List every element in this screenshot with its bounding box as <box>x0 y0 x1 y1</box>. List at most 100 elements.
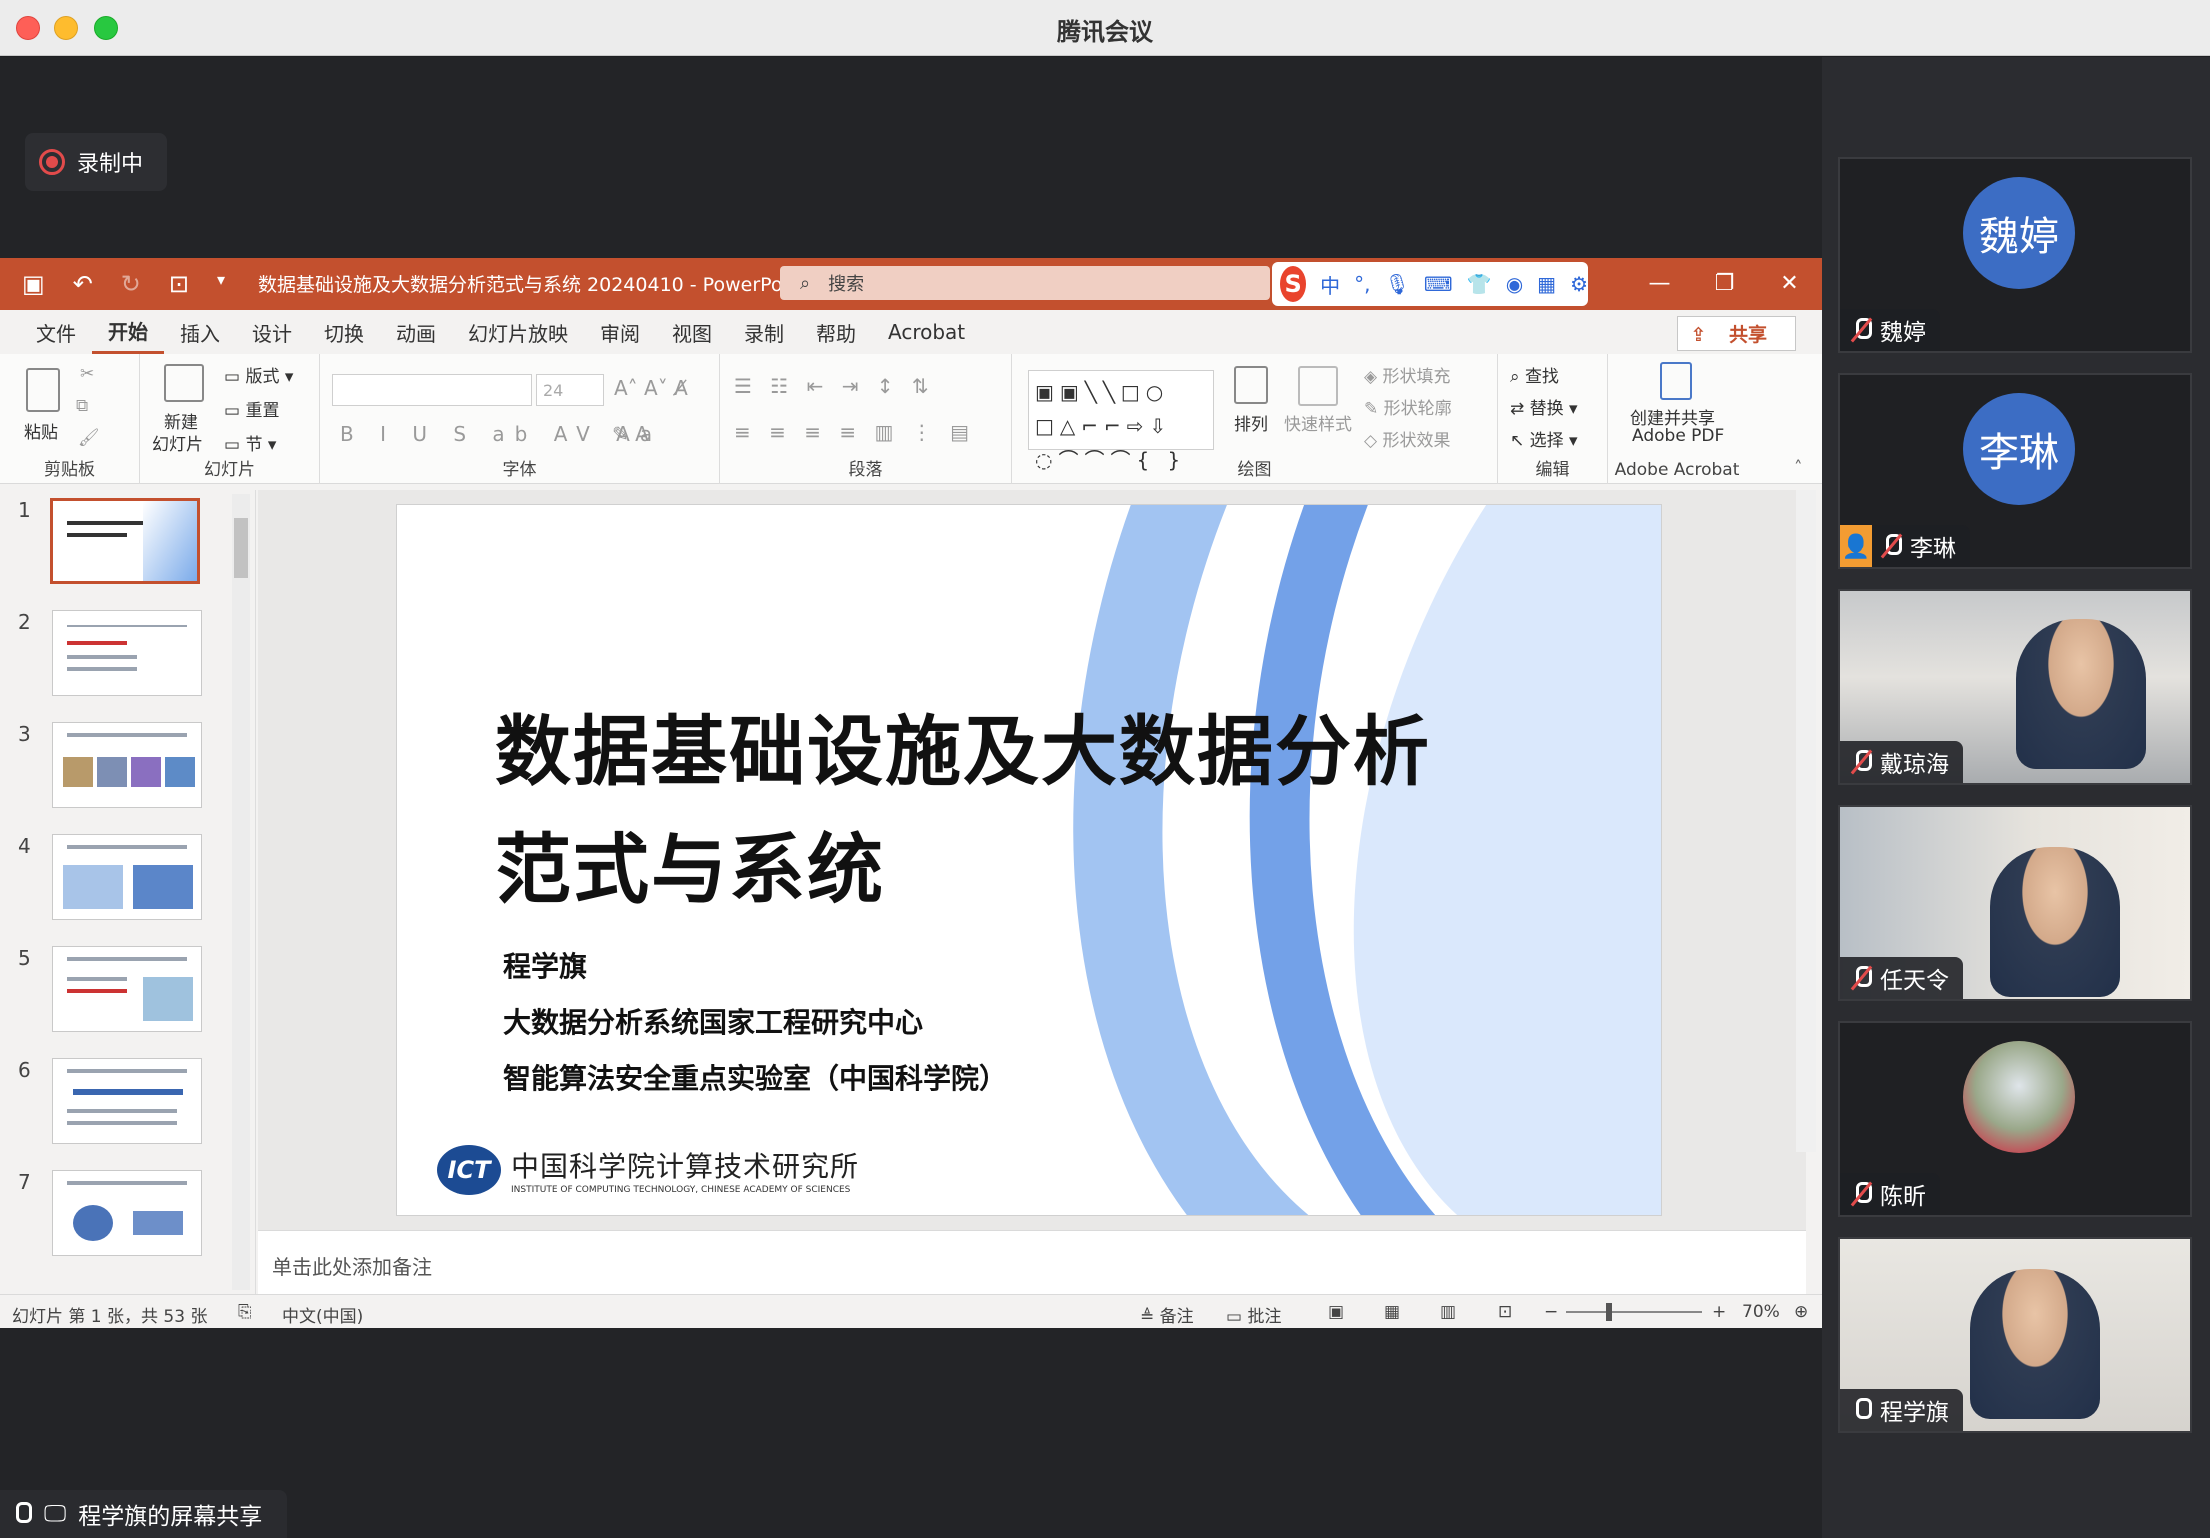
thumbnails-scrollbar[interactable] <box>232 494 250 1290</box>
tab-file[interactable]: 文件 <box>20 318 92 347</box>
recording-indicator[interactable]: 录制中 <box>25 133 167 191</box>
arrange-button[interactable]: 排列 <box>1234 410 1268 435</box>
ime-game-icon[interactable]: ◉ <box>1506 272 1523 296</box>
cut-icon[interactable]: ✂ <box>80 364 94 384</box>
zoom-level[interactable]: 70% <box>1742 1302 1780 1322</box>
ime-mode[interactable]: 中 <box>1320 270 1340 299</box>
redo-icon[interactable]: ↻ <box>121 270 141 298</box>
ime-apps-icon[interactable]: ▦ <box>1537 272 1556 296</box>
font-name-box[interactable] <box>332 374 532 406</box>
sogou-ime-icon[interactable]: S <box>1280 266 1307 302</box>
language-status[interactable]: 中文(中国) <box>282 1302 363 1327</box>
layout-button[interactable]: ▭ 版式 ▾ <box>224 362 293 387</box>
reset-button[interactable]: ▭ 重置 <box>224 396 279 421</box>
ime-keyboard-icon[interactable]: ⌨ <box>1424 272 1453 296</box>
save-icon[interactable]: ▣ <box>22 270 45 298</box>
tab-animations[interactable]: 动画 <box>380 318 452 347</box>
tab-design[interactable]: 设计 <box>236 318 308 347</box>
shape-effect-button[interactable]: ◇ 形状效果 <box>1364 426 1450 451</box>
adobe-pdf-icon[interactable] <box>1660 362 1692 400</box>
quick-style-icon[interactable] <box>1298 366 1338 406</box>
comments-toggle[interactable]: ▭ 批注 <box>1226 1302 1281 1327</box>
grow-font-icon[interactable]: A˄ A˅ A̸ <box>614 376 688 400</box>
adobe-pdf-label[interactable]: Adobe PDF <box>1632 426 1724 446</box>
tab-insert[interactable]: 插入 <box>164 318 236 347</box>
thumbnail-slide-3[interactable] <box>52 722 202 808</box>
tab-view[interactable]: 视图 <box>656 318 728 347</box>
paste-icon[interactable] <box>26 368 60 412</box>
format-painter-icon[interactable]: 🖌 <box>78 428 100 448</box>
ict-logo-block: ICT 中国科学院计算技术研究所 INSTITUTE OF COMPUTING … <box>437 1145 859 1195</box>
notes-toggle[interactable]: ≜ 备注 <box>1140 1302 1194 1327</box>
notes-pane[interactable]: 单击此处添加备注 <box>258 1230 1806 1294</box>
quick-style-button[interactable]: 快速样式 <box>1284 410 1352 435</box>
thumbnail-slide-6[interactable] <box>52 1058 202 1144</box>
thumbnail-slide-5[interactable] <box>52 946 202 1032</box>
zoom-in-icon[interactable]: + <box>1712 1302 1726 1322</box>
tab-review[interactable]: 审阅 <box>584 318 656 347</box>
participant-nametag: 陈昕 <box>1840 1173 1940 1215</box>
ime-settings-icon[interactable]: ⚙ <box>1570 272 1588 296</box>
thumbnail-slide-2[interactable] <box>52 610 202 696</box>
tab-home[interactable]: 开始 <box>92 316 164 354</box>
ppt-minimize-icon[interactable]: — <box>1627 258 1692 310</box>
thumbnail-slide-4[interactable] <box>52 834 202 920</box>
replace-button[interactable]: ⇄ 替换 ▾ <box>1510 394 1578 419</box>
select-button[interactable]: ↖ 选择 ▾ <box>1510 426 1578 451</box>
participant-tile[interactable]: 魏婷 魏婷 <box>1838 157 2192 353</box>
list-icons[interactable]: ☰ ☷ ⇤ ⇥ ↕ ⇅ <box>734 374 935 398</box>
zoom-out-icon[interactable]: − <box>1544 1302 1558 1322</box>
ime-punct[interactable]: °, <box>1354 272 1370 296</box>
zoom-slider-handle[interactable] <box>1606 1303 1612 1321</box>
participant-tile[interactable]: 李琳 👤 李琳 <box>1838 373 2192 569</box>
ppt-restore-icon[interactable]: ❐ <box>1692 258 1757 310</box>
collapse-ribbon-icon[interactable]: ˄ <box>1794 458 1803 478</box>
shapes-gallery[interactable]: ▣▣╲╲□○ □△⌐⌐⇨⇩ ◌⌒⌒⌒{ } <box>1028 370 1214 472</box>
slide-sorter-icon[interactable]: ▦ <box>1384 1302 1400 1322</box>
slideshow-view-icon[interactable]: ⊡ <box>1498 1302 1512 1322</box>
normal-view-icon[interactable]: ▣ <box>1328 1302 1344 1322</box>
participant-video-tile[interactable]: 任天令 <box>1838 805 2192 1001</box>
slide-title-line-2: 范式与系统 <box>495 825 885 914</box>
new-slide-icon[interactable] <box>164 364 204 402</box>
tab-acrobat[interactable]: Acrobat <box>872 320 981 344</box>
ime-mic-icon[interactable]: 🎙 <box>1385 272 1410 296</box>
participant-tile[interactable]: 陈昕 <box>1838 1021 2192 1217</box>
tab-help[interactable]: 帮助 <box>800 318 872 347</box>
participant-name: 程学旗 <box>1880 1400 1949 1426</box>
shape-outline-button[interactable]: ✎ 形状轮廓 <box>1364 394 1452 419</box>
participant-video-tile[interactable]: 程学旗 <box>1838 1237 2192 1433</box>
thumbnail-slide-7[interactable] <box>52 1170 202 1256</box>
copy-icon[interactable]: ⧉ <box>76 396 88 416</box>
align-icons[interactable]: ≡ ≡ ≡ ≡ ▥ ⋮ ▤ <box>734 420 975 444</box>
zoom-slider[interactable] <box>1566 1311 1702 1313</box>
present-icon[interactable]: ⊡ <box>169 270 189 298</box>
participant-video <box>2016 619 2146 769</box>
tab-transitions[interactable]: 切换 <box>308 318 380 347</box>
customize-toolbar-icon[interactable]: ▾ <box>217 270 225 298</box>
fit-slide-icon[interactable]: ⊕ <box>1794 1302 1808 1322</box>
participant-video-tile[interactable]: 戴琼海 <box>1838 589 2192 785</box>
tab-slideshow[interactable]: 幻灯片放映 <box>452 318 584 347</box>
share-button[interactable]: ⇪ 共享 <box>1677 316 1796 351</box>
find-button[interactable]: ⌕ 查找 <box>1510 362 1559 387</box>
current-slide[interactable]: 数据基础设施及大数据分析 范式与系统 程学旗 大数据分析系统国家工程研究中心 智… <box>396 504 1662 1216</box>
font-size-box[interactable]: 24 <box>536 374 604 406</box>
screen-share-icon: 🖵 <box>44 1501 67 1527</box>
slide-scrollbar[interactable] <box>1796 490 1816 1152</box>
font-color-icons[interactable]: ✎ A <box>612 422 649 446</box>
section-button[interactable]: ▭ 节 ▾ <box>224 430 276 455</box>
ppt-close-icon[interactable]: ✕ <box>1757 258 1822 310</box>
arrange-icon[interactable] <box>1234 366 1268 404</box>
search-box[interactable]: ⌕ 搜索 <box>780 266 1270 300</box>
paste-button[interactable]: 粘贴 <box>24 418 58 443</box>
ime-skin-icon[interactable]: 👕 <box>1467 272 1492 296</box>
new-slide-dropdown[interactable]: 幻灯片 <box>152 430 203 455</box>
undo-icon[interactable]: ↶ <box>73 270 93 298</box>
accessibility-icon[interactable]: ⎘ <box>238 1302 252 1322</box>
shape-fill-button[interactable]: ◈ 形状填充 <box>1364 362 1450 387</box>
reading-view-icon[interactable]: ▥ <box>1440 1302 1456 1322</box>
ime-toolbar[interactable]: S 中 °, 🎙 ⌨ 👕 ◉ ▦ ⚙ <box>1272 262 1588 306</box>
thumbnail-slide-1[interactable] <box>50 498 200 584</box>
tab-record[interactable]: 录制 <box>728 318 800 347</box>
